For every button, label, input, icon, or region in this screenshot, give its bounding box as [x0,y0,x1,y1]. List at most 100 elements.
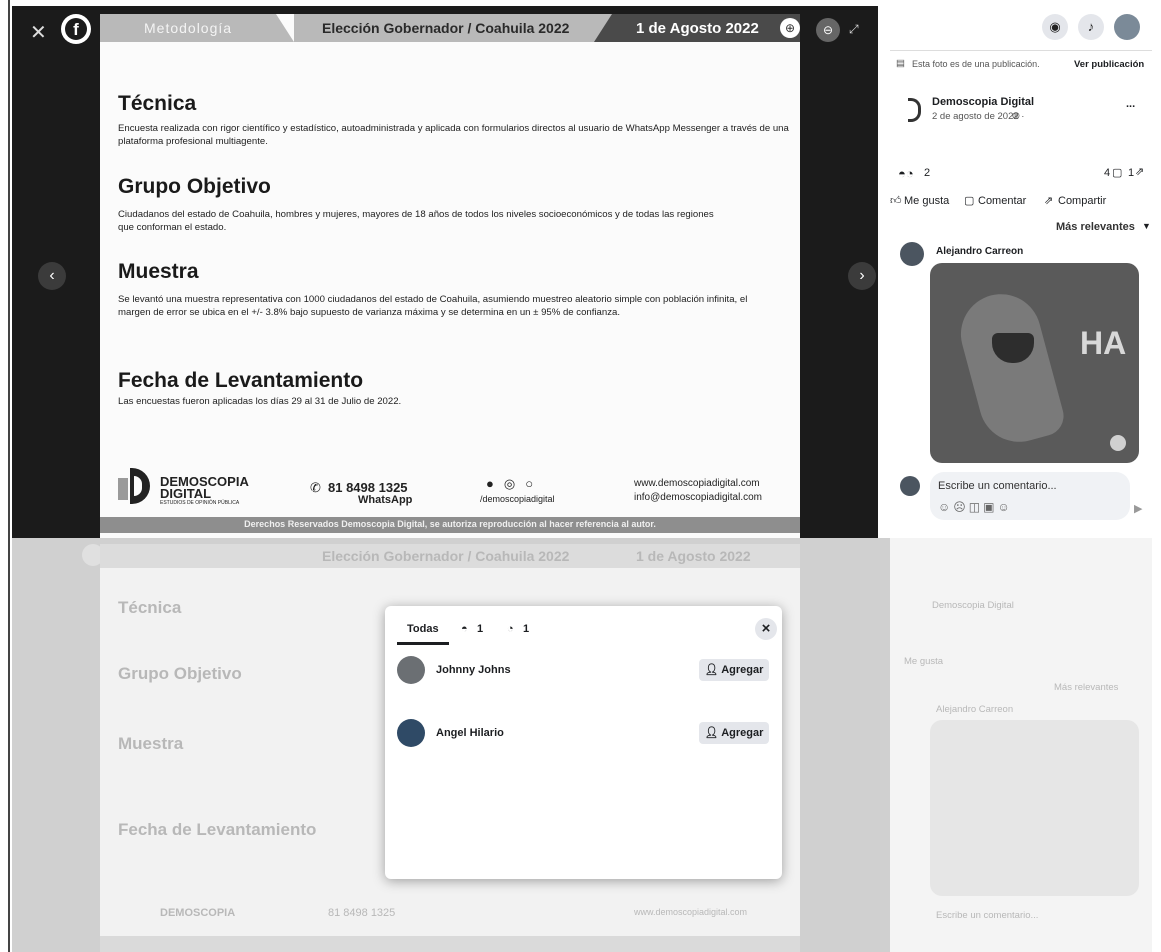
brand-faded: DEMOSCOPIA [160,907,236,919]
page-name-faded: Demoscopia Digital [932,600,1014,611]
user-name[interactable]: Johnny Johns [436,664,511,676]
commenter-avatar[interactable] [900,242,924,266]
zoom-in-icon[interactable]: ⊕ [780,18,800,38]
tab-reaction-1-count[interactable]: 1 [477,623,483,635]
page-margin [0,0,12,952]
reaction-list-item: Johnny Johns 👤︎ Agregar [397,656,769,686]
reactions-count[interactable]: 2 [924,167,930,179]
section-body-muestra: Se levantó una muestra representativa co… [118,294,748,318]
messenger-icon[interactable]: ◉ [1042,14,1068,40]
social-icons: ●◎○ [486,476,544,491]
fullscreen-icon[interactable]: ⤢ [849,22,859,37]
post-side-panel: ◉ ♪ ▤ Esta foto es de una publicación. V… [890,6,1152,541]
sticker-logo-icon [1110,435,1126,451]
whatsapp-icon: ✆ [310,480,321,495]
comments-count[interactable]: 4 [1104,167,1110,179]
election-title-faded: Elección Gobernador / Coahuila 2022 [322,548,570,564]
sticker-text: HA [1080,325,1127,361]
add-friend-label: Agregar [721,664,764,676]
user-avatar[interactable] [397,656,425,684]
share-button[interactable]: Compartir [1058,195,1106,207]
section-title-muestra: Muestra [118,260,199,283]
emoji-toolbar-icons[interactable]: ☺☹◫▣☺ [938,500,1013,514]
section-title-fecha: Fecha de Levantamiento [118,369,364,392]
comment-sticker: HA [930,263,1139,463]
website-faded: www.demoscopiadigital.com [634,907,748,917]
sort-comments[interactable]: Más relevantes [1056,221,1135,233]
facebook-logo-icon[interactable]: f [61,14,91,44]
tab-all[interactable]: Todas [407,623,439,635]
demoscopia-logo [118,466,156,506]
add-person-icon: 👤︎ [704,664,722,676]
reaction-tab-2-icon[interactable]: ◔ [507,623,514,635]
add-friend-button[interactable]: 👤︎ Agregar [699,722,769,744]
shark-shape [951,285,1069,451]
section-title-muestra-faded: Muestra [118,734,184,753]
like-button[interactable]: Me gusta [904,195,949,207]
comment-icon: ▢ [964,195,975,207]
section-title-grupo: Grupo Objetivo [118,175,271,198]
divider [890,50,1152,51]
add-person-icon: 👤︎ [704,727,722,739]
rights-bar: Derechos Reservados Demoscopia Digital, … [100,517,800,533]
my-avatar [900,476,920,496]
notifications-icon[interactable]: ♪ [1078,14,1104,40]
chevron-down-icon[interactable]: ▼ [1142,221,1151,231]
comment-placeholder-faded: Escribe un comentario... [936,910,1039,921]
phone-faded: 81 8498 1325 [328,907,396,919]
tab-reaction-2-count[interactable]: 1 [523,623,529,635]
post-side-panel-faded: Demoscopia Digital Me gusta Más relevant… [890,538,1152,952]
add-friend-button[interactable]: 👤︎ Agregar [699,659,769,681]
reaction-list-item: Angel Hilario 👤︎ Agregar [397,719,769,749]
election-title: Elección Gobernador / Coahuila 2022 [322,20,570,36]
email: info@demoscopiadigital.com [634,492,762,503]
more-options-button[interactable]: ... [1126,98,1135,110]
post-icon: ▤ [896,58,905,69]
share-count-icon: ⇗ [1135,166,1145,178]
section-title-grupo-faded: Grupo Objetivo [118,664,242,683]
shares-count[interactable]: 1 [1128,167,1134,179]
commenter-name[interactable]: Alejandro Carreon [936,246,1023,257]
page-edge-line [8,0,10,952]
social-handle: /demoscopiadigital [480,494,555,504]
zoom-out-icon[interactable]: ⊖ [816,18,840,42]
brand-tagline: ESTUDIOS DE OPINIÓN PÚBLICA [160,500,240,506]
reaction-tab-1-icon[interactable]: ◓ [461,623,468,635]
active-tab-underline [397,642,449,645]
comment-input[interactable]: Escribe un comentario... ☺☹◫▣☺ [930,472,1130,520]
previous-photo-icon[interactable]: ‹ [38,262,66,290]
date-label: 1 de Agosto 2022 [636,20,759,37]
rights-text: Derechos Reservados Demoscopia Digital, … [244,519,656,529]
like-button-faded: Me gusta [904,656,944,667]
date-label-faded: 1 de Agosto 2022 [636,548,751,564]
view-post-link[interactable]: Ver publicación [1074,59,1144,70]
methodology-label: Metodología [144,20,233,36]
section-title-tecnica: Técnica [118,92,197,115]
user-avatar[interactable] [397,719,425,747]
date-ribbon-edge [594,14,612,42]
reactions-icon: ◓◔ [898,166,914,181]
page-name[interactable]: Demoscopia Digital [932,96,1034,108]
phone-label: WhatsApp [358,494,413,506]
send-icon[interactable]: ▶ [1134,502,1142,515]
commenter-faded: Alejandro Carreon [936,704,1014,715]
section-title-tecnica-faded: Técnica [118,598,182,617]
share-icon: ⇗ [1044,195,1054,207]
section-body-fecha: Las encuestas fueron aplicadas los días … [118,396,402,407]
globe-icon: ◍ [1012,110,1020,120]
post-date[interactable]: 2 de agosto de 2022 · [932,111,1024,122]
comment-placeholder: Escribe un comentario... [938,480,1057,492]
close-icon[interactable]: ✕ [30,20,47,45]
comment-button[interactable]: Comentar [978,195,1026,207]
section-body-tecnica: Encuesta realizada con rigor científico … [118,123,789,147]
close-button[interactable]: × [755,618,777,640]
page-avatar[interactable] [902,96,924,122]
add-friend-label: Agregar [721,727,764,739]
user-name[interactable]: Angel Hilario [436,727,504,739]
phone-number: 81 8498 1325 [328,480,408,495]
rights-bar-faded [100,936,800,952]
next-photo-icon[interactable]: › [848,262,876,290]
comment-sticker-faded [930,720,1139,896]
account-avatar[interactable] [1114,14,1140,40]
sort-faded: Más relevantes [1054,682,1119,693]
